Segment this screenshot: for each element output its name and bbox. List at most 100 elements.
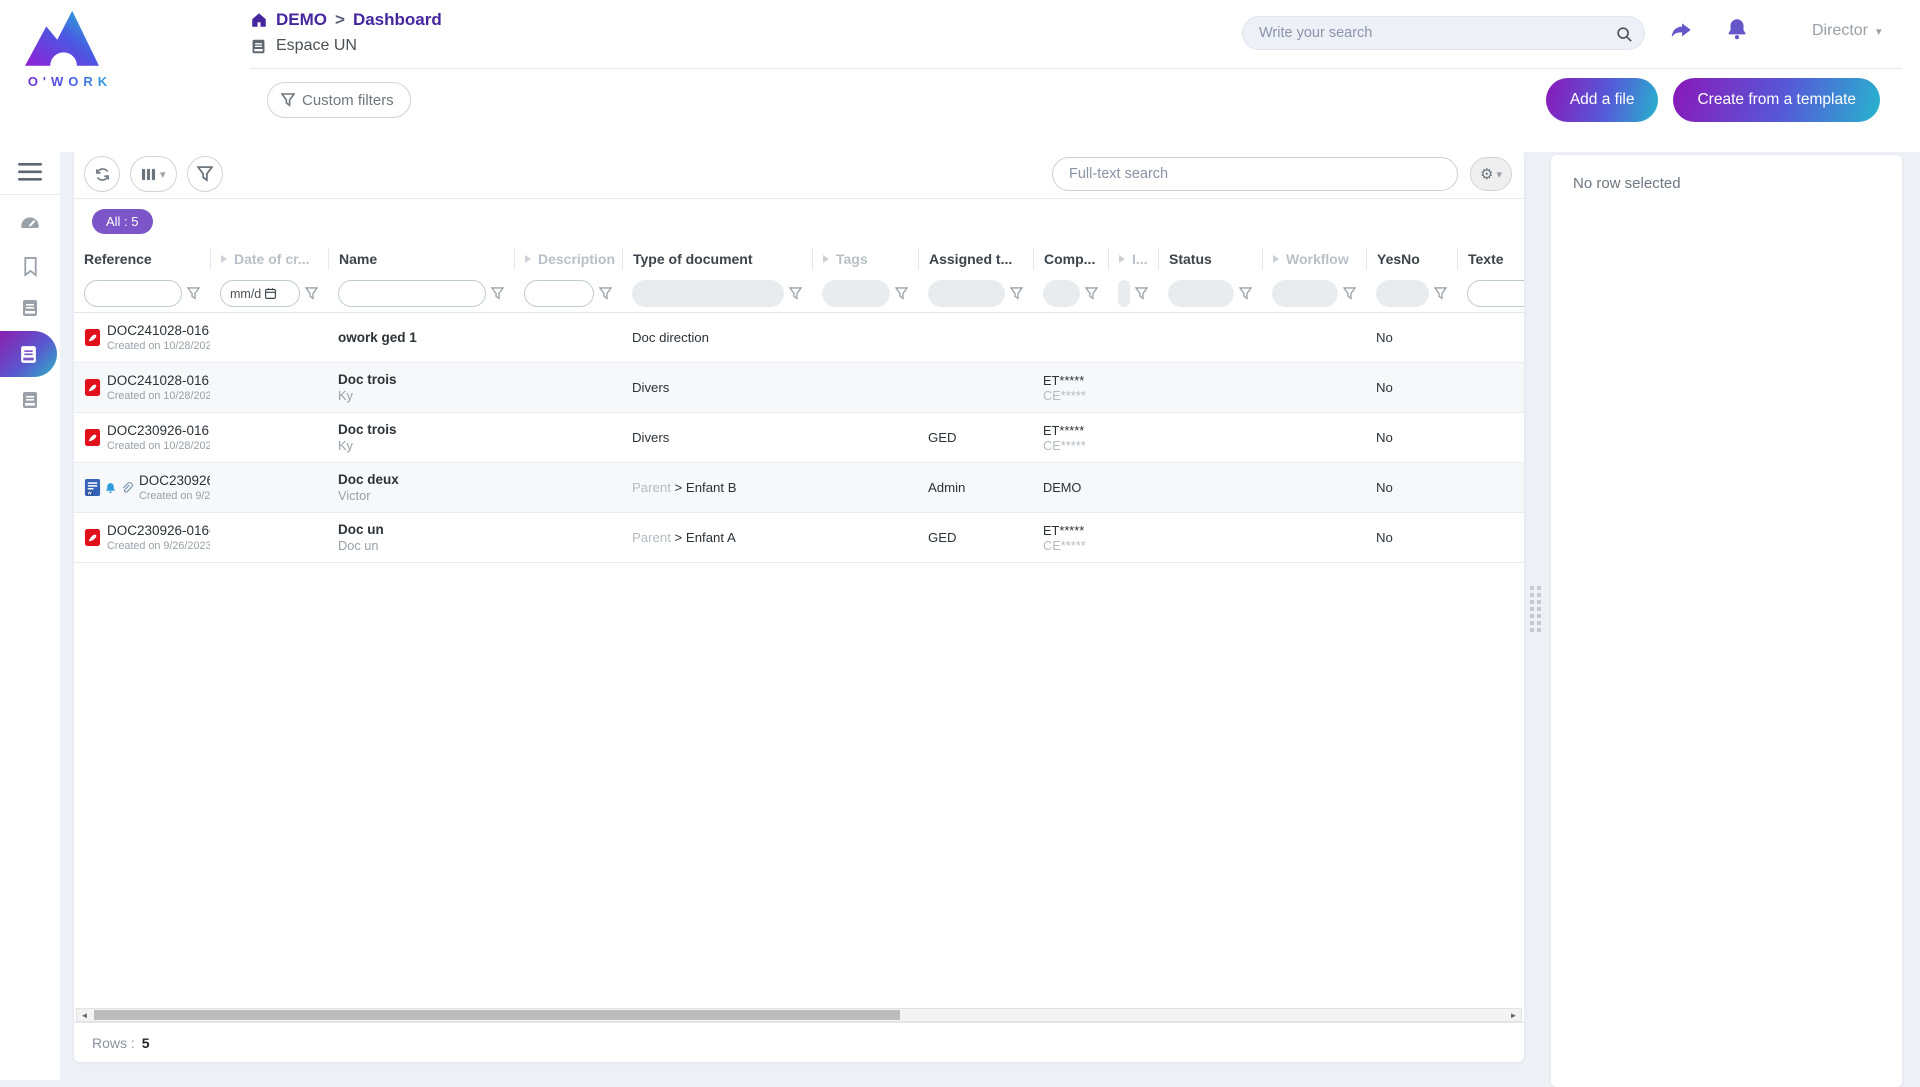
column-header-reference[interactable]: Reference (74, 248, 210, 270)
filter-funnel-icon[interactable] (1135, 287, 1148, 300)
sidebar-item-dashboard[interactable] (0, 203, 60, 245)
horizontal-scrollbar[interactable]: ◄ ► (76, 1008, 1522, 1022)
grid-settings-button[interactable]: ⚙ ▾ (1470, 157, 1512, 191)
document-name: Doc deux (338, 472, 504, 487)
sidebar-item-archive[interactable] (0, 379, 60, 421)
rows-label: Rows : (92, 1035, 135, 1051)
company-line2: CE***** (1043, 538, 1098, 553)
document-name: Doc trois (338, 422, 504, 437)
filter-funnel-icon[interactable] (305, 287, 318, 300)
tab-all[interactable]: All : 5 (92, 209, 153, 234)
add-file-button[interactable]: Add a file (1546, 78, 1659, 122)
custom-filters-button[interactable]: Custom filters (267, 82, 411, 118)
user-menu[interactable]: Director ▾ (1812, 22, 1882, 40)
share-button[interactable] (1666, 16, 1696, 46)
column-header-texte[interactable]: Texte (1457, 248, 1524, 270)
scrollbar-thumb[interactable] (94, 1010, 900, 1020)
filter-funnel-icon[interactable] (491, 287, 504, 300)
type-parent: Parent (632, 480, 671, 495)
view-tabs: All : 5 (74, 199, 1524, 243)
breadcrumb: DEMO > Dashboard Espace UN (250, 10, 442, 55)
filter-disabled-type (632, 280, 784, 307)
chevron-down-icon: ▾ (1496, 168, 1502, 181)
header-divider (250, 68, 1902, 69)
chevron-right-icon (823, 255, 829, 263)
filter-funnel-icon (281, 93, 295, 107)
word-document-icon: w (84, 478, 101, 497)
table-row[interactable]: w DOC230926-01609-0 Created on 9/26/2023… (74, 463, 1524, 513)
company-line1: ET***** (1043, 423, 1098, 438)
filter-disabled-assigned (928, 280, 1005, 307)
panel-resize-handle[interactable] (1530, 586, 1541, 632)
breadcrumb-page[interactable]: Dashboard (353, 10, 442, 30)
notifications-button[interactable] (1722, 14, 1752, 44)
filter-button[interactable] (187, 156, 223, 192)
calendar-icon[interactable] (264, 287, 277, 300)
app-logo[interactable]: O'WORK (14, 6, 126, 89)
filter-disabled-status (1168, 280, 1234, 307)
table-row[interactable]: DOC241028-01627-0 Created on 10/28/2024 … (74, 363, 1524, 413)
table-row[interactable]: DOC241028-01635-0 Created on 10/28/2024 … (74, 313, 1524, 363)
filter-date-input[interactable]: mm/d (220, 280, 300, 307)
sidebar-item-library[interactable] (0, 287, 60, 329)
column-header-description[interactable]: Description (514, 248, 622, 270)
pdf-file-icon (84, 378, 101, 397)
column-header-yesno[interactable]: YesNo (1366, 248, 1457, 270)
table-row[interactable]: DOC230926-01608-0 Created on 9/26/2023 3… (74, 513, 1524, 563)
column-header-tags[interactable]: Tags (812, 248, 918, 270)
sidebar (0, 152, 60, 1080)
columns-button[interactable]: ▾ (130, 156, 177, 192)
yesno-value: No (1366, 330, 1457, 345)
column-header-workflow[interactable]: Workflow (1262, 248, 1366, 270)
filter-funnel-icon[interactable] (895, 287, 908, 300)
search-icon[interactable] (1615, 25, 1633, 43)
filter-funnel-icon[interactable] (1434, 287, 1447, 300)
filter-funnel-icon[interactable] (1010, 287, 1023, 300)
table-filter-row: mm/d (74, 275, 1524, 313)
document-type: Divers (632, 380, 669, 395)
column-header-i[interactable]: I... (1108, 248, 1158, 270)
fulltext-search-input[interactable] (1069, 166, 1441, 182)
column-header-type[interactable]: Type of document (622, 248, 812, 270)
breadcrumb-root[interactable]: DEMO (276, 10, 327, 30)
column-header-status[interactable]: Status (1158, 248, 1262, 270)
filter-input-name[interactable] (338, 280, 486, 307)
column-header-assigned[interactable]: Assigned t... (918, 248, 1033, 270)
filter-disabled-i (1118, 280, 1130, 307)
document-created: Created on 10/28/2024 10:42:50 PM (107, 340, 200, 352)
sidebar-toggle-button[interactable] (0, 152, 60, 192)
type-parent: Parent (632, 530, 671, 545)
fulltext-search (1052, 157, 1458, 191)
filter-funnel-icon[interactable] (789, 287, 802, 300)
filter-funnel-icon[interactable] (1239, 287, 1252, 300)
document-name: owork ged 1 (338, 330, 504, 345)
document-subtitle: Ky (338, 438, 504, 453)
pdf-file-icon (84, 428, 101, 447)
filter-funnel-icon (197, 166, 213, 182)
refresh-button[interactable] (84, 156, 120, 192)
sidebar-item-documents-active[interactable] (0, 331, 57, 377)
filter-funnel-icon[interactable] (1085, 287, 1098, 300)
scroll-right-arrow-icon[interactable]: ► (1506, 1009, 1521, 1021)
column-header-company[interactable]: Comp... (1033, 248, 1108, 270)
filter-funnel-icon[interactable] (599, 287, 612, 300)
date-placeholder: mm/d (230, 287, 261, 301)
filter-input-texte[interactable] (1467, 280, 1524, 307)
scroll-left-arrow-icon[interactable]: ◄ (77, 1009, 92, 1021)
create-from-template-button[interactable]: Create from a template (1673, 78, 1880, 122)
column-header-name[interactable]: Name (328, 248, 514, 270)
paperclip-icon (120, 481, 133, 495)
filter-input-reference[interactable] (84, 280, 182, 307)
sidebar-divider (0, 194, 60, 195)
home-icon[interactable] (250, 11, 268, 29)
user-menu-label: Director (1812, 22, 1868, 40)
table-row[interactable]: DOC230926-01610-3 Created on 10/28/2024 … (74, 413, 1524, 463)
documents-grid-card: ▾ ⚙ ▾ All : 5 Reference Date of cr... Na… (74, 150, 1524, 1062)
global-search-input[interactable] (1259, 25, 1606, 41)
scrollbar-track[interactable] (92, 1009, 1506, 1021)
sidebar-item-bookmarks[interactable] (0, 245, 60, 287)
filter-input-description[interactable] (524, 280, 594, 307)
column-header-date[interactable]: Date of cr... (210, 248, 328, 270)
filter-funnel-icon[interactable] (1343, 287, 1356, 300)
filter-funnel-icon[interactable] (187, 287, 200, 300)
